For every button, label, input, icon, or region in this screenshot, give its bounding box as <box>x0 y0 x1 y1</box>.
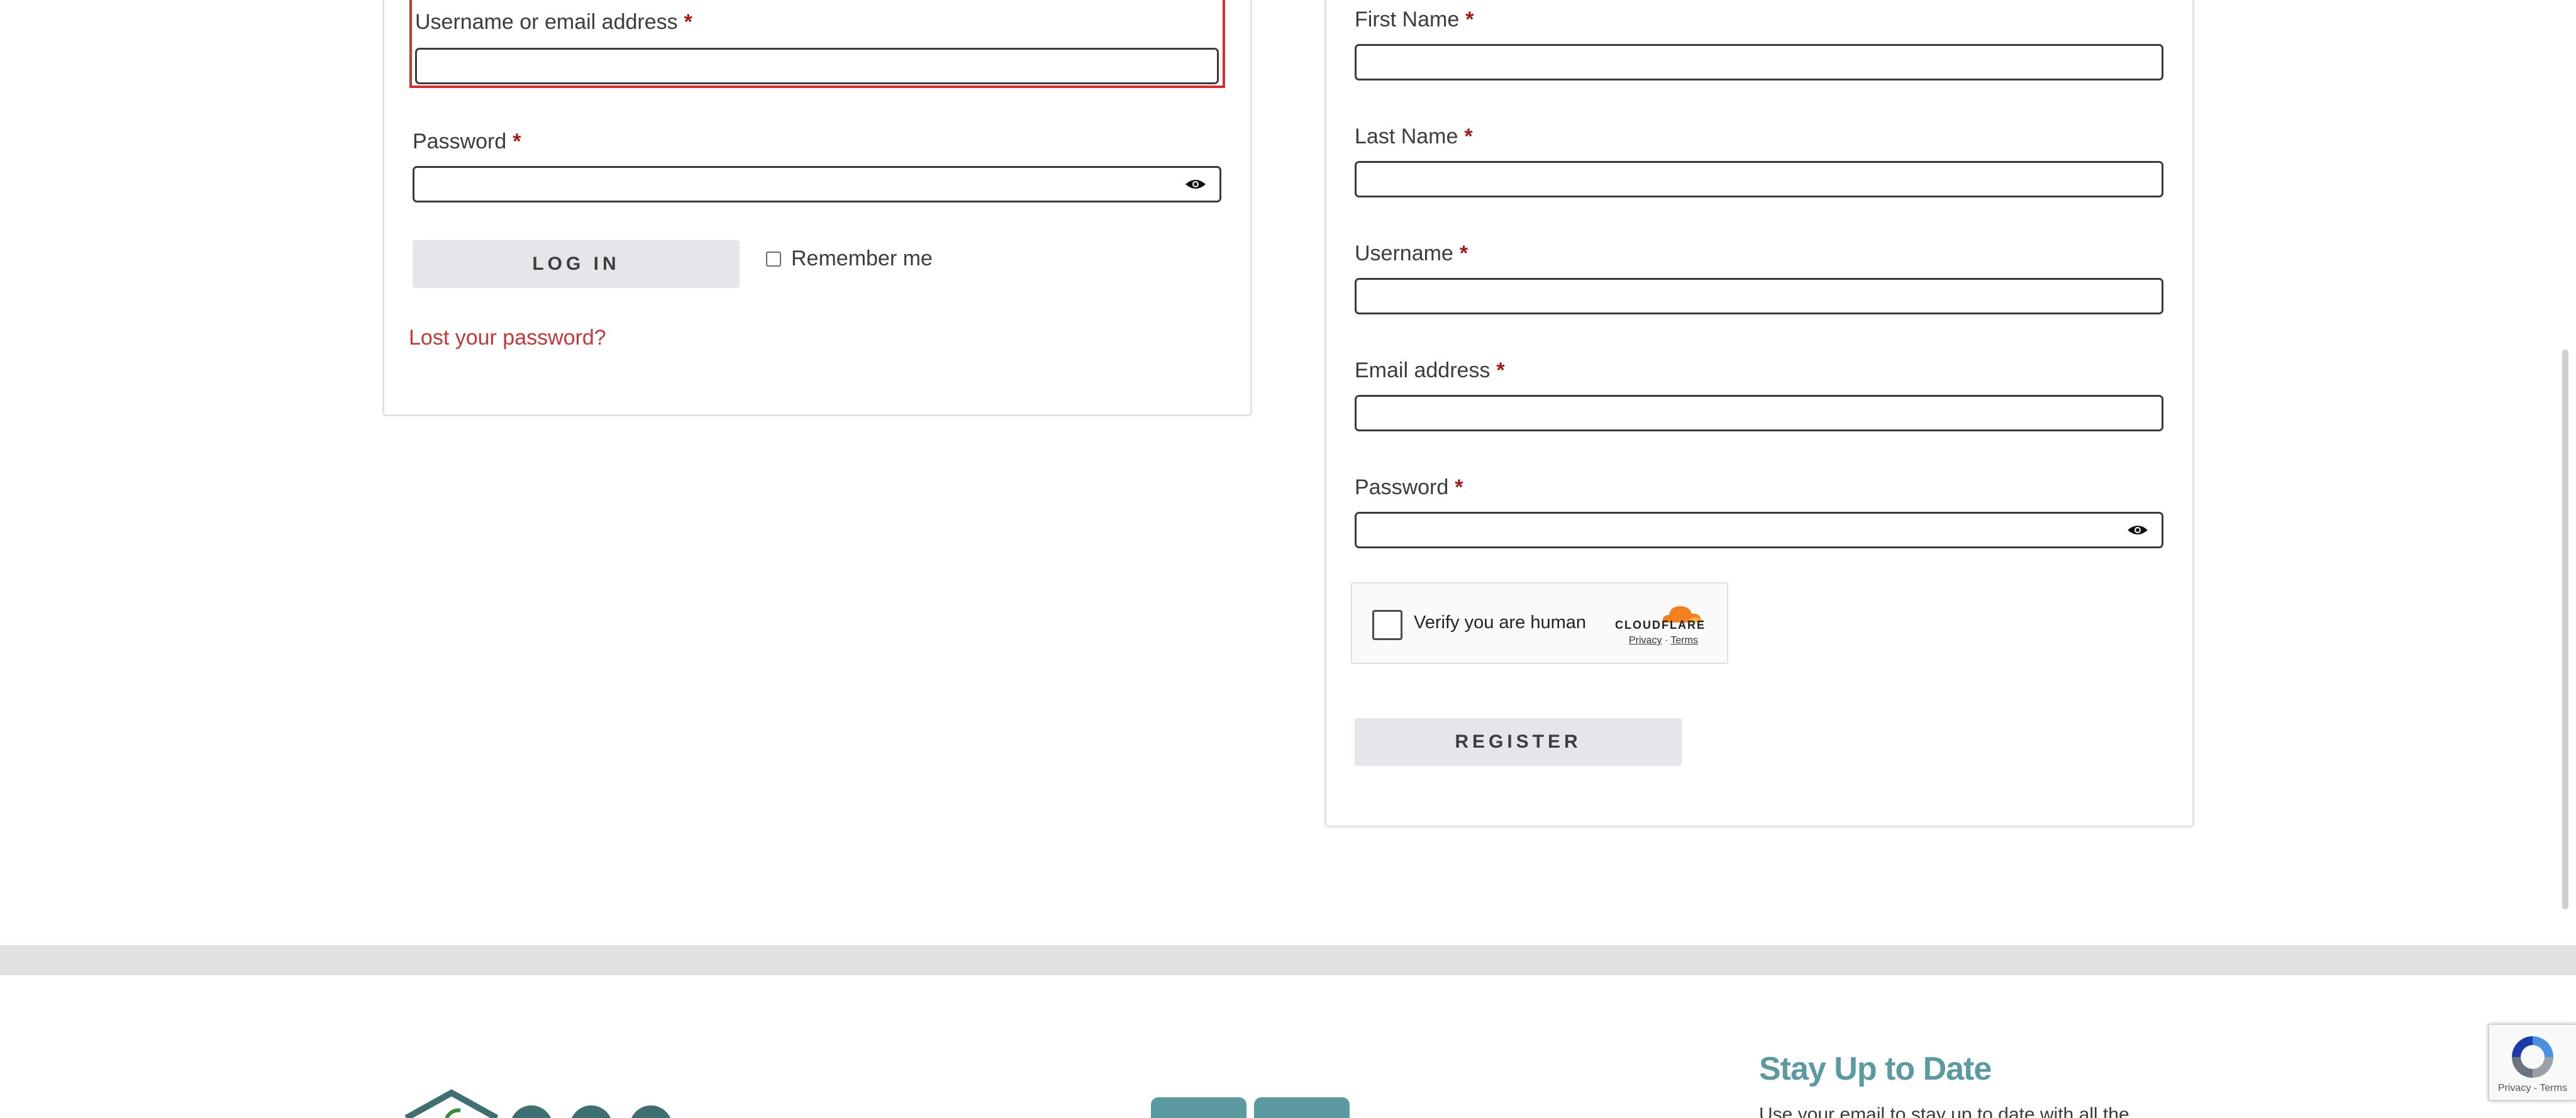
show-password-icon[interactable] <box>2127 523 2148 537</box>
turnstile-privacy-link[interactable]: Privacy <box>1629 635 1662 646</box>
lost-password-link[interactable]: Lost your password? <box>409 326 606 350</box>
login-button[interactable]: LOG IN <box>413 240 740 288</box>
recaptcha-icon <box>2512 1036 2553 1078</box>
site-logo <box>404 1089 670 1118</box>
email-label: Email address * <box>1355 358 1505 382</box>
required-mark: * <box>1465 8 1474 31</box>
register-button[interactable]: REGISTER <box>1355 718 1682 766</box>
login-password-input[interactable] <box>413 166 1221 202</box>
required-mark: * <box>684 10 692 34</box>
page-scrollbar[interactable] <box>2562 350 2568 909</box>
social-link-button[interactable] <box>1151 1097 1246 1118</box>
verify-label: Verify you are human <box>1414 612 1587 633</box>
required-mark: * <box>1459 241 1468 265</box>
first-name-input[interactable] <box>1355 44 2163 80</box>
register-username-input[interactable] <box>1355 278 2163 314</box>
newsletter-title: Stay Up to Date <box>1759 1051 1992 1087</box>
required-mark: * <box>1464 125 1473 148</box>
login-username-input[interactable] <box>415 48 1219 84</box>
cloudflare-logo: CLOUDFLARE <box>1615 619 1706 631</box>
register-password-input[interactable] <box>1355 512 2163 548</box>
register-username-label: Username * <box>1355 241 1468 265</box>
verify-checkbox[interactable] <box>1372 610 1402 640</box>
login-password-label: Password * <box>413 130 521 153</box>
turnstile-widget: Verify you are human CLOUDFLARE Privacy … <box>1351 582 1728 664</box>
register-password-label: Password * <box>1355 475 1463 499</box>
required-mark: * <box>1455 475 1463 499</box>
show-password-icon[interactable] <box>1185 177 1206 191</box>
social-link-button[interactable] <box>1254 1097 1350 1118</box>
required-mark: * <box>513 130 521 153</box>
email-input[interactable] <box>1355 395 2163 431</box>
footer-divider-band <box>0 945 2576 975</box>
remember-me-label[interactable]: Remember me <box>791 246 933 271</box>
required-mark: * <box>1496 358 1505 382</box>
turnstile-terms-link[interactable]: Terms <box>1670 635 1698 646</box>
recaptcha-badge[interactable]: Privacy - Terms <box>2488 1024 2576 1101</box>
last-name-input[interactable] <box>1355 161 2163 197</box>
first-name-label: First Name * <box>1355 8 1474 31</box>
remember-me-checkbox[interactable] <box>766 252 781 267</box>
recaptcha-legal[interactable]: Privacy - Terms <box>2498 1083 2567 1094</box>
last-name-label: Last Name * <box>1355 125 1473 148</box>
login-username-label: Username or email address * <box>415 10 692 34</box>
newsletter-description: Use your email to stay up to date with a… <box>1759 1104 2129 1118</box>
turnstile-legal: Privacy · Terms <box>1629 635 1698 646</box>
